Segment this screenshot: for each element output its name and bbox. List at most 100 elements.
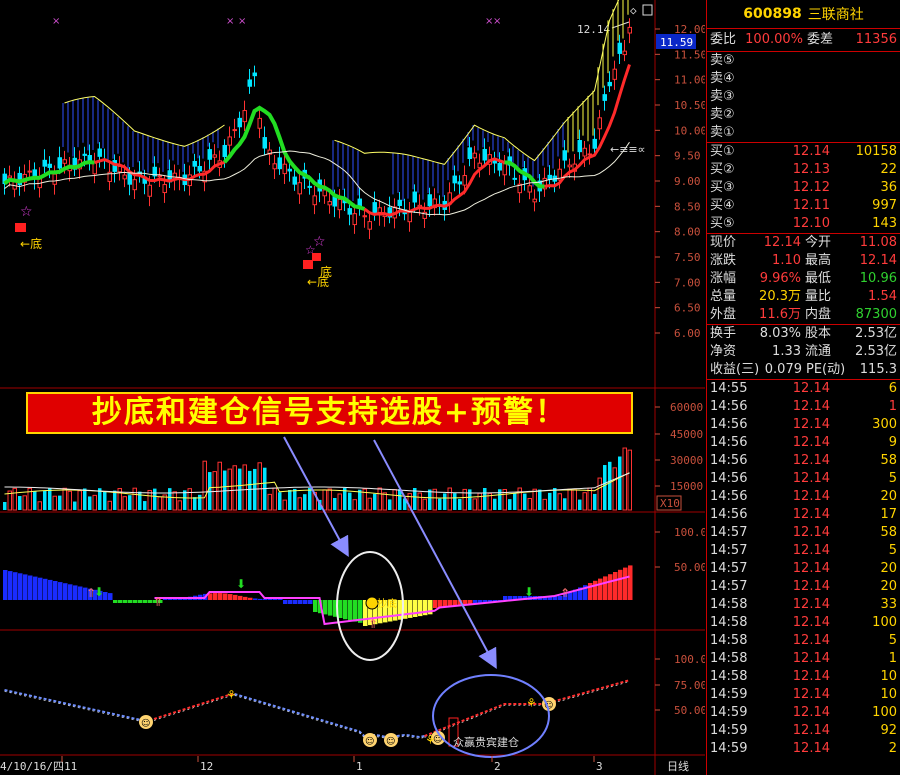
tick-row: 14:57 12.14 58 <box>707 524 900 542</box>
candle-body <box>82 153 87 156</box>
stat-value: 1.54 <box>868 289 897 304</box>
tick-volume: 10 <box>880 687 897 702</box>
tick-volume: 100 <box>872 705 897 720</box>
volume-bar <box>618 456 622 510</box>
volume-bar <box>208 472 212 510</box>
down-arrow-icon: ⬇ <box>236 577 246 591</box>
candle-body <box>277 157 282 170</box>
stat-row: 总量 20.3万 量比 1.54 <box>707 288 900 306</box>
price-tick-label: 6.00 <box>674 327 701 340</box>
volume-bar <box>143 501 147 510</box>
tick-row: 14:57 12.14 20 <box>707 578 900 596</box>
indicator1-bar <box>298 600 303 604</box>
candle-body <box>212 154 217 158</box>
buy-level[interactable]: 买② 12.13 22 <box>707 161 900 179</box>
candle-body <box>327 201 332 206</box>
tick-row: 14:58 12.14 5 <box>707 632 900 650</box>
indicator1-bar <box>73 585 78 600</box>
fin-label: 换手 <box>710 326 737 341</box>
candle-body <box>602 94 607 101</box>
tick-time: 14:57 <box>710 561 748 576</box>
tick-price: 12.14 <box>792 507 830 522</box>
candle-body <box>527 185 532 193</box>
indicator1-coin-icon: 抄底 <box>365 596 397 610</box>
candle-body <box>157 175 162 178</box>
stat-row: 现价 12.14 今开 11.08 <box>707 234 900 252</box>
stat-row: 涨跌 1.10 最高 12.14 <box>707 252 900 270</box>
candle-body <box>502 163 507 176</box>
tick-row: 14:57 12.14 5 <box>707 542 900 560</box>
buy-level[interactable]: 买③ 12.12 36 <box>707 179 900 197</box>
tick-list[interactable]: 14:55 12.14 6 14:56 12.14 1 14:56 12.14 300 14:56… <box>707 380 900 758</box>
volume-bar <box>88 496 92 510</box>
indicator1-bar <box>18 573 23 600</box>
tick-price: 12.14 <box>792 687 830 702</box>
price-tick-label: 11.50 <box>674 48 705 61</box>
sell-level[interactable]: 卖② <box>707 106 900 124</box>
fin-value: 8.03% <box>759 326 801 341</box>
tick-price: 12.14 <box>792 723 830 738</box>
candle-body <box>272 163 277 170</box>
fin-value: 2.53亿 <box>855 344 897 359</box>
sell-level[interactable]: 卖③ <box>707 88 900 106</box>
indicator1-bar <box>173 598 178 600</box>
indicator1-bar <box>48 579 53 600</box>
candle-body <box>162 184 167 194</box>
period-button[interactable]: 日线 <box>667 759 689 773</box>
volume-bar <box>438 498 442 510</box>
tick-row: 14:59 12.14 2 <box>707 740 900 758</box>
indicator1-bar <box>138 600 143 603</box>
tick-volume: 5 <box>888 543 897 558</box>
tick-volume: 9 <box>888 435 897 450</box>
svg-text:×: × <box>226 16 234 27</box>
stat-value: 11.6万 <box>759 307 801 322</box>
indicator1-bar <box>603 576 608 600</box>
indicator1-bar <box>118 600 123 603</box>
up-arrow-icon: ⇑ <box>560 586 570 600</box>
sell-level[interactable]: 卖⑤ <box>707 52 900 70</box>
smiley-icon: ☺ <box>384 733 398 747</box>
indicator1-bar <box>308 600 313 604</box>
candle-body <box>252 72 257 77</box>
candle-body <box>47 163 52 168</box>
tick-price: 12.14 <box>792 417 830 432</box>
indicator1-bar <box>218 593 223 600</box>
tick-volume: 58 <box>880 453 897 468</box>
tick-price: 12.14 <box>792 633 830 648</box>
tick-volume: 92 <box>880 723 897 738</box>
volume-bar <box>153 488 157 510</box>
k-line-chart[interactable]: 12.0011.5011.0010.5010.009.509.008.508.0… <box>0 0 705 775</box>
candle-body <box>352 213 357 226</box>
volume-bar <box>73 501 77 510</box>
tick-time: 14:57 <box>710 543 748 558</box>
tick-volume: 1 <box>888 651 897 666</box>
indicator1-bar <box>323 600 328 615</box>
stat-label: 今开 <box>805 235 832 250</box>
indicator1-bar <box>283 600 288 604</box>
volume-bar <box>428 489 432 510</box>
svg-text:×: × <box>238 16 246 27</box>
candle-body <box>492 160 497 164</box>
fin-value: 115.3 <box>859 362 897 377</box>
high-price-marker: 12.14 <box>577 23 610 36</box>
indicator1-bar <box>33 576 38 600</box>
buy-level[interactable]: 买① 12.14 10158 <box>707 143 900 161</box>
sell-level[interactable]: 卖① <box>707 124 900 142</box>
stat-label: 涨幅 <box>710 271 737 286</box>
volume-bar <box>293 488 297 510</box>
tick-volume: 6 <box>888 381 897 396</box>
candle-body <box>192 160 197 167</box>
tick-time: 14:56 <box>710 435 748 450</box>
buy-level[interactable]: 买⑤ 12.10 143 <box>707 215 900 233</box>
tick-row: 14:56 12.14 17 <box>707 506 900 524</box>
indicator1-bar <box>408 600 413 618</box>
candle-body <box>262 137 267 149</box>
tick-row: 14:55 12.14 6 <box>707 380 900 398</box>
candle-body <box>122 174 127 180</box>
tick-time: 14:56 <box>710 489 748 504</box>
volume-bar <box>553 488 557 510</box>
sell-level[interactable]: 卖④ <box>707 70 900 88</box>
volume-bar <box>238 468 242 510</box>
buy-level[interactable]: 买④ 12.11 997 <box>707 197 900 215</box>
candle-body <box>282 163 287 175</box>
